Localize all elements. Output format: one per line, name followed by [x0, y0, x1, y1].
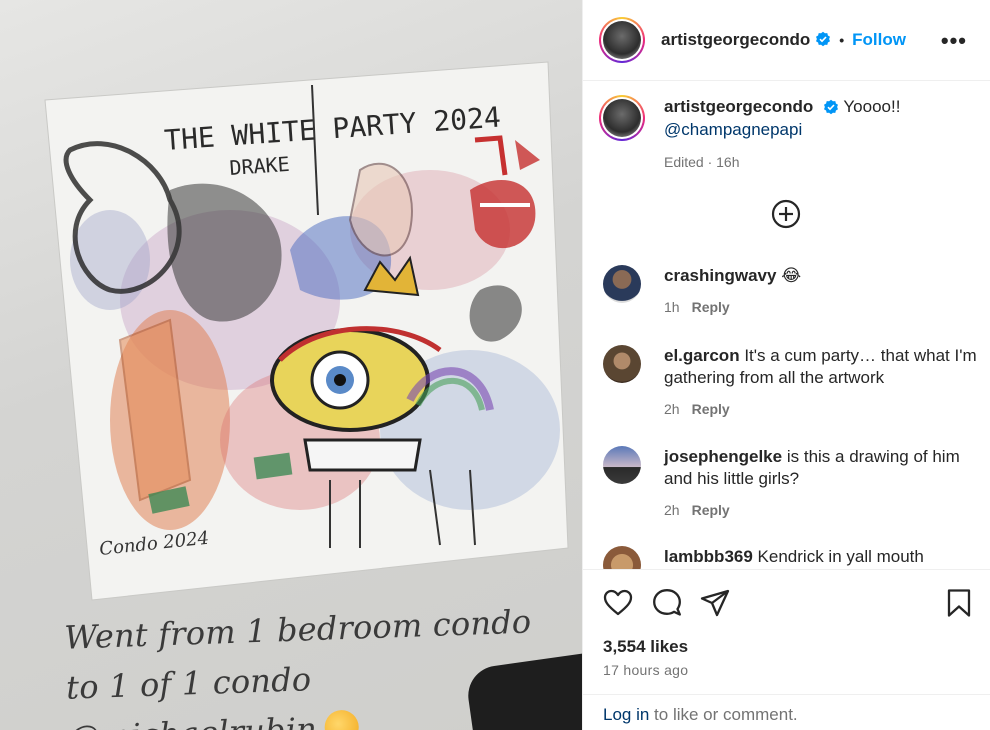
- login-link[interactable]: Log in: [603, 705, 649, 724]
- commenter-avatar[interactable]: [603, 446, 641, 484]
- follow-button[interactable]: Follow: [852, 30, 906, 50]
- comment-item: crashingwavy 😂 1h Reply: [603, 265, 978, 318]
- author-avatar[interactable]: [599, 17, 645, 63]
- comment-time: 1h: [664, 299, 680, 315]
- overlay-text: Went from 1 bedroom condo to 1 of 1 cond…: [63, 602, 532, 707]
- comment-text: Kendrick in yall mouth: [757, 547, 924, 566]
- comment-time: 2h: [664, 502, 680, 518]
- comment-text: 😂: [781, 266, 802, 285]
- comment-username[interactable]: crashingwavy: [664, 266, 776, 285]
- post-media[interactable]: THE WHITE PARTY 2024 DRAKE Condo 2024 We…: [0, 0, 582, 730]
- author-username[interactable]: artistgeorgecondo: [661, 30, 810, 50]
- login-prompt: Log in to like or comment.: [583, 694, 990, 730]
- header-separator-dot: •: [839, 32, 845, 48]
- caption-text: Yoooo!!: [843, 97, 901, 116]
- exploding-head-emoji-icon: [324, 709, 360, 730]
- commenter-avatar[interactable]: [603, 265, 641, 303]
- reply-button[interactable]: Reply: [692, 401, 730, 417]
- heart-icon[interactable]: [603, 588, 633, 618]
- more-horizontal-icon[interactable]: •••: [941, 28, 967, 54]
- reply-button[interactable]: Reply: [692, 502, 730, 518]
- comment-username[interactable]: josephengelke: [664, 447, 782, 466]
- overlay-mention: @michaelrubin: [67, 710, 317, 730]
- load-more-comments-icon[interactable]: [771, 199, 801, 229]
- verified-badge-icon: [816, 31, 831, 47]
- comment-item: lambbb369 Kendrick in yall mouth: [603, 546, 978, 569]
- caption-mention-link[interactable]: @champagnepapi: [664, 120, 802, 139]
- comments-section[interactable]: artistgeorgecondo Yoooo!! @champagnepapi…: [583, 81, 990, 569]
- verified-badge-icon: [823, 99, 838, 114]
- post-caption: artistgeorgecondo Yoooo!! @champagnepapi…: [599, 95, 979, 174]
- artwork-subtitle-text: DRAKE: [229, 152, 291, 180]
- login-prompt-text: to like or comment.: [649, 705, 798, 724]
- comment-username[interactable]: el.garcon: [664, 346, 740, 365]
- save-bookmark-icon[interactable]: [944, 588, 974, 618]
- caption-username[interactable]: artistgeorgecondo: [664, 97, 813, 116]
- comment-icon[interactable]: [652, 588, 682, 618]
- commenter-avatar[interactable]: [603, 345, 641, 383]
- comment-time: 2h: [664, 401, 680, 417]
- post-header: artistgeorgecondo • Follow •••: [583, 0, 990, 81]
- comment-item: el.garcon It's a cum party… that what I'…: [603, 345, 978, 420]
- likes-count[interactable]: 3,554 likes: [603, 637, 688, 657]
- media-overlay-caption: Went from 1 bedroom condo to 1 of 1 cond…: [64, 595, 569, 730]
- post-side-panel: artistgeorgecondo • Follow ••• artistgeo…: [582, 0, 990, 730]
- comment-item: josephengelke is this a drawing of him a…: [603, 446, 978, 521]
- comment-username[interactable]: lambbb369: [664, 547, 753, 566]
- post-actions: 3,554 likes 17 hours ago: [583, 569, 990, 694]
- caption-author-avatar[interactable]: [599, 95, 645, 141]
- post-timestamp[interactable]: 17 hours ago: [603, 662, 688, 678]
- share-icon[interactable]: [700, 588, 730, 618]
- commenter-avatar[interactable]: [603, 546, 641, 569]
- caption-meta: Edited · 16h: [664, 154, 740, 170]
- reply-button[interactable]: Reply: [692, 299, 730, 315]
